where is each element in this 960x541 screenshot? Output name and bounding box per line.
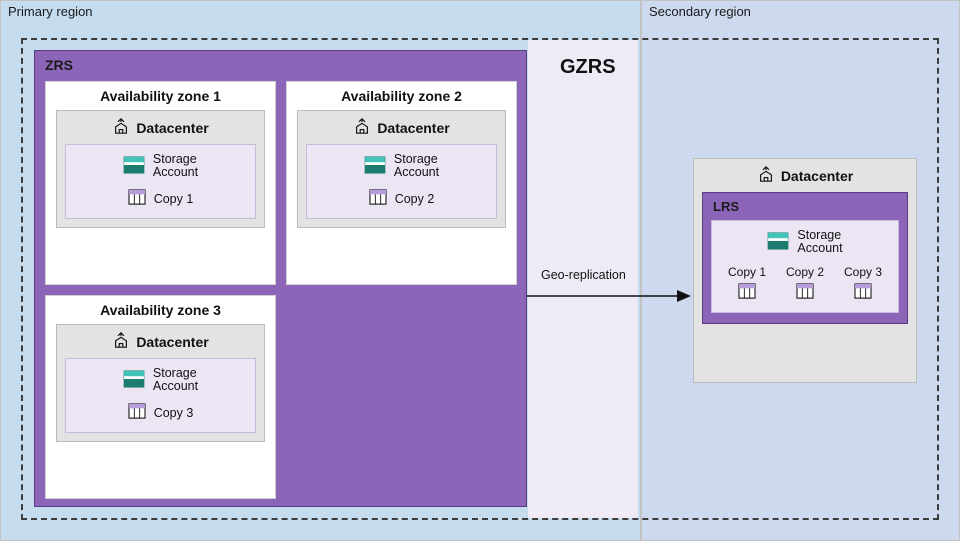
lrs-copy-3: Copy 3 [844,265,882,302]
availability-zone-2: Availability zone 2 Datacenter Storage A… [286,81,517,285]
az3-title: Availability zone 3 [46,296,275,324]
az1-title: Availability zone 1 [46,82,275,110]
az3-storage-label: Storage Account [153,367,198,393]
lrs-box: LRS Storage Account Copy 1 [702,192,908,324]
zrs-box: ZRS Availability zone 1 Datacenter Stora [34,50,527,507]
datacenter-icon [757,165,775,186]
az3-inner: Storage Account Copy 3 [65,358,256,433]
az1-dc-label: Datacenter [136,120,208,136]
storage-account-icon [123,156,145,177]
gzrs-label: GZRS [560,56,616,79]
copy-icon [796,283,814,302]
az1-inner: Storage Account Copy 1 [65,144,256,219]
az1-storage-label: Storage Account [153,153,198,179]
copy-icon [128,189,146,208]
secondary-dc-label: Datacenter [781,168,853,184]
az2-datacenter: Datacenter Storage Account Copy 2 [297,110,506,228]
az3-copy-label: Copy 3 [154,406,194,420]
zrs-title: ZRS [45,57,73,73]
diagram-root: Primary region Secondary region GZRS ZRS… [0,0,960,541]
az1-copy-label: Copy 1 [154,192,194,206]
lrs-storage-label: Storage Account [797,229,842,255]
copy-icon [738,283,756,302]
storage-account-icon [123,370,145,391]
copy-icon [128,403,146,422]
az2-copy-label: Copy 2 [395,192,435,206]
geo-replication-label: Geo-replication [541,268,626,282]
availability-zone-1: Availability zone 1 Datacenter Storage A… [45,81,276,285]
az1-datacenter: Datacenter Storage Account Copy 1 [56,110,265,228]
lrs-copy-2: Copy 2 [786,265,824,302]
lrs-copies: Copy 1 Copy 2 Copy 3 [718,265,892,302]
copy-icon [854,283,872,302]
az2-title: Availability zone 2 [287,82,516,110]
secondary-datacenter: Datacenter LRS Storage Account Copy 1 [693,158,917,383]
storage-account-icon [364,156,386,177]
az2-inner: Storage Account Copy 2 [306,144,497,219]
az3-datacenter: Datacenter Storage Account Copy 3 [56,324,265,442]
availability-zone-3: Availability zone 3 Datacenter Storage A… [45,295,276,499]
lrs-inner: Storage Account Copy 1 Copy 2 [711,220,899,313]
datacenter-icon [112,331,130,352]
lrs-copy-1: Copy 1 [728,265,766,302]
secondary-region-title: Secondary region [649,4,751,19]
lrs-title: LRS [713,199,899,214]
az3-dc-label: Datacenter [136,334,208,350]
az2-dc-label: Datacenter [377,120,449,136]
copy-icon [369,189,387,208]
datacenter-icon [353,117,371,138]
primary-region-title: Primary region [8,4,93,19]
storage-account-icon [767,232,789,253]
datacenter-icon [112,117,130,138]
az2-storage-label: Storage Account [394,153,439,179]
